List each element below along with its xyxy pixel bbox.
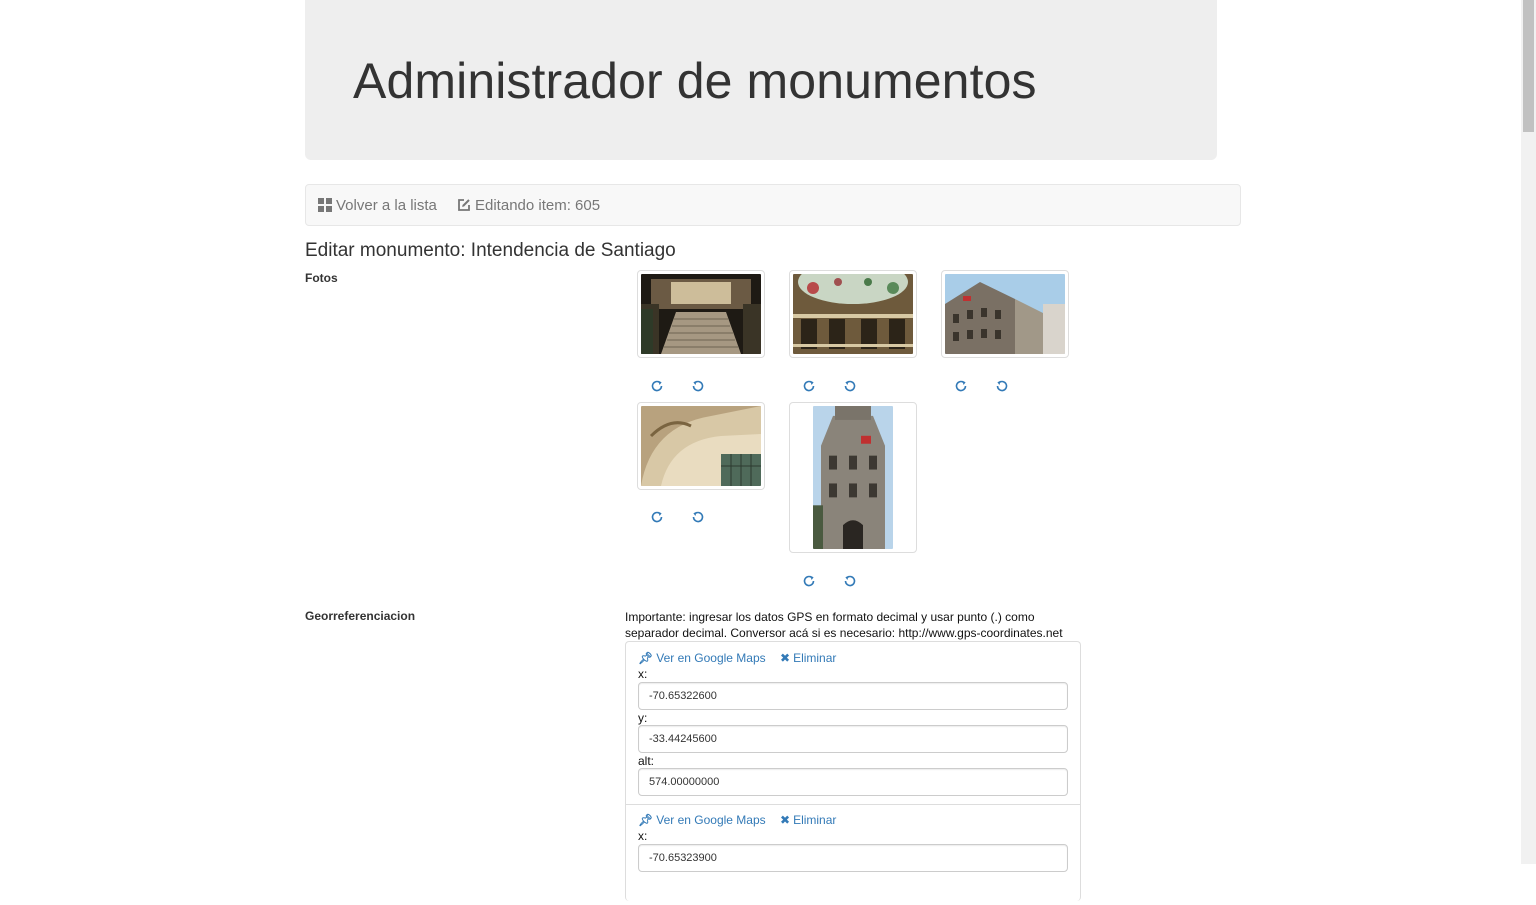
photo-staircase-image [641,274,761,354]
view-google-maps-link[interactable]: 📌︎ Ver en Google Maps [638,813,766,827]
editing-item-link[interactable]: Editando item: 605 [457,185,600,225]
y-label: y: [638,711,648,725]
alt-label: alt: [638,754,655,768]
gps-points-list: 📌︎Ver en Google Maps ✖Eliminar x: y: alt… [625,641,1081,901]
page-scrollbar[interactable] [1521,0,1536,864]
x-coordinate-input[interactable] [638,844,1068,872]
photo-thumbnail[interactable] [789,270,917,358]
editing-item-label: Editando item: 605 [475,197,601,214]
photo-dome-image [793,274,913,354]
photo-building-image [945,274,1065,354]
geo-label: Georreferenciacion [305,609,416,623]
pushpin-icon: 📌︎ [638,651,654,665]
rotate-clockwise-icon[interactable] [650,379,664,393]
photo-thumbnail[interactable] [789,402,917,553]
x-label: x: [638,829,648,843]
rotate-clockwise-icon[interactable] [802,379,816,393]
gps-point: 📌︎Ver en Google Maps ✖Eliminar x: y: alt… [626,642,1080,804]
edit-icon [458,199,470,211]
photo-thumbnail[interactable] [637,270,765,358]
photo-thumbnail[interactable] [637,402,765,490]
delete-point-link[interactable]: ✖ Eliminar [780,651,836,665]
photo-ceiling-image [641,406,761,486]
app-title: Administrador de monumentos [353,53,1037,109]
photo-thumbnail[interactable] [941,270,1069,358]
photos-label: Fotos [305,271,338,285]
view-google-maps-link[interactable]: 📌︎ Ver en Google Maps [638,651,766,665]
delete-point-link[interactable]: ✖ Eliminar [780,813,836,827]
remove-x-icon: ✖ [780,651,791,665]
remove-x-icon: ✖ [780,813,791,827]
rotate-counterclockwise-icon[interactable] [995,379,1009,393]
view-google-maps-label: Ver en Google Maps [656,651,766,665]
th-large-icon [318,198,332,212]
gps-point: 📌︎ Ver en Google Maps ✖ Eliminar x: [626,804,1080,905]
rotate-counterclockwise-icon[interactable] [691,379,705,393]
rotate-clockwise-icon[interactable] [802,574,816,588]
back-to-list-label: Volver a la lista [336,197,437,214]
top-navbar: Volver a la lista Editando item: 605 [305,184,1241,226]
rotate-counterclockwise-icon[interactable] [691,510,705,524]
back-to-list-link[interactable]: Volver a la lista [318,185,437,225]
scrollbar-thumb[interactable] [1523,0,1534,132]
rotate-clockwise-icon[interactable] [954,379,968,393]
rotate-counterclockwise-icon[interactable] [843,574,857,588]
pushpin-icon: 📌︎ [638,813,654,827]
x-label: x: [638,667,648,681]
delete-point-label: Eliminar [793,651,837,665]
page-title: Editar monumento: Intendencia de Santiag… [305,240,676,261]
delete-point-label: Eliminar [793,813,837,827]
y-coordinate-input[interactable] [638,725,1068,753]
photo-tower-image [813,406,893,549]
rotate-counterclockwise-icon[interactable] [843,379,857,393]
x-coordinate-input[interactable] [638,682,1068,710]
header-jumbotron: Administrador de monumentos [305,0,1217,160]
altitude-input[interactable] [638,768,1068,796]
view-google-maps-label: Ver en Google Maps [656,813,766,827]
gps-help-text: Importante: ingresar los datos GPS en fo… [625,610,1063,640]
rotate-clockwise-icon[interactable] [650,510,664,524]
